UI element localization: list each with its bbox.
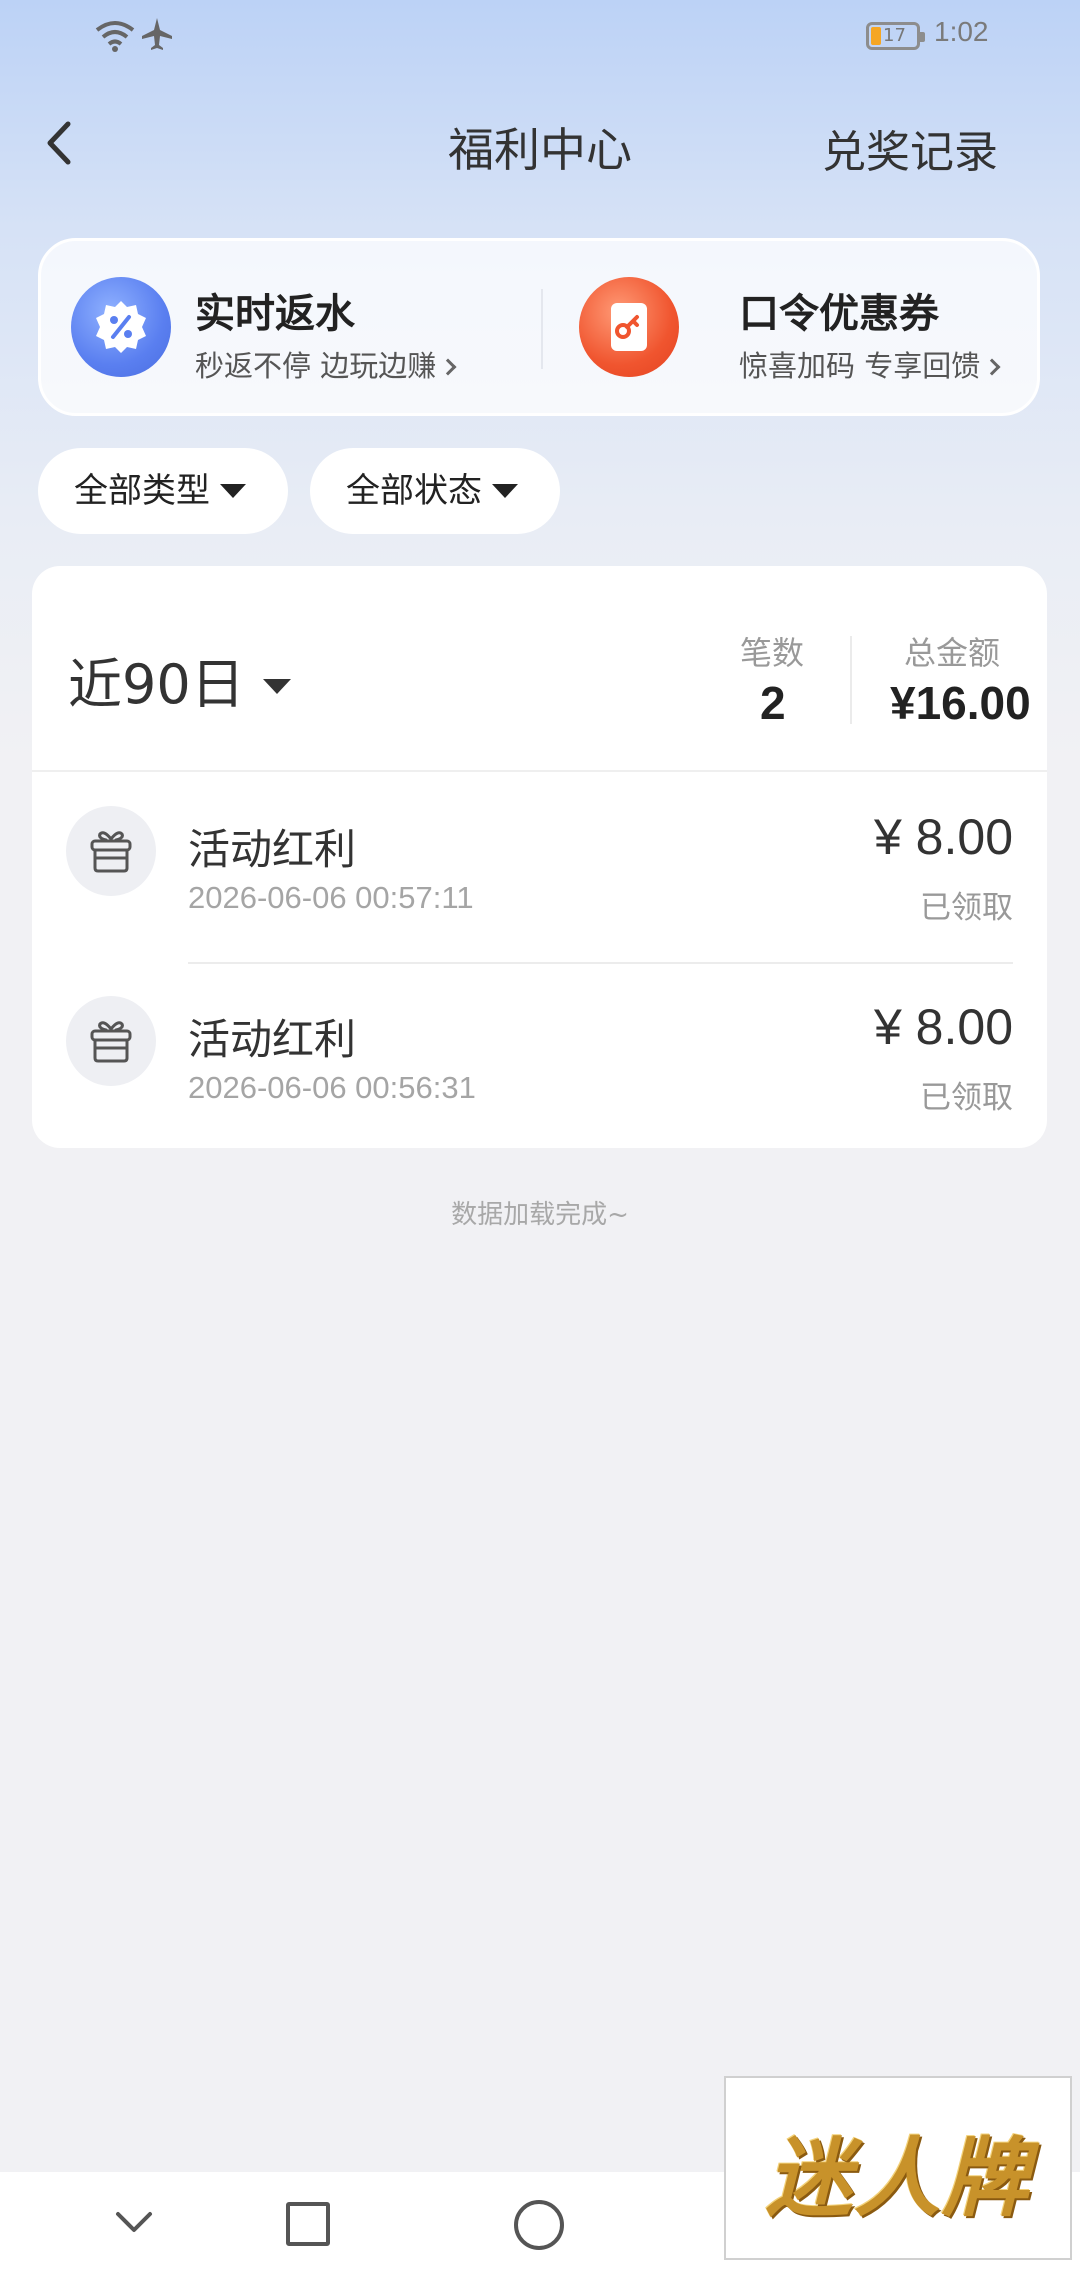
watermark-logo: 迷人牌 [724,2076,1072,2260]
caret-down-icon [262,678,291,694]
airplane-mode-icon [142,18,172,50]
status-time: 1:02 [934,16,989,47]
records-card: 近90日 笔数 2 总金额 ¥16.00 活动红利 2026-06-06 00:… [32,566,1047,1148]
promo-realtime-rebate[interactable]: 实时返水 秒返不停 边玩边赚 [41,241,521,413]
watermark-text: 迷人牌 [766,2128,1030,2229]
status-bar: 17 1:02 [0,0,1080,72]
promo-title: 实时返水 [195,291,355,337]
row-divider [188,962,1013,964]
count-value: 2 [760,677,786,729]
chevron-right-icon [439,358,457,376]
record-title: 活动红利 [188,825,357,874]
promo-title: 口令优惠券 [739,291,939,337]
type-filter-dropdown[interactable]: 全部类型 [38,448,288,534]
record-amount: ¥ 8.00 [873,809,1013,865]
record-row[interactable]: 活动红利 2026-06-06 00:56:31 ¥ 8.00 已领取 [32,962,1047,1152]
status-filter-dropdown[interactable]: 全部状态 [310,448,560,534]
gift-icon [66,806,156,896]
record-row[interactable]: 活动红利 2026-06-06 00:57:11 ¥ 8.00 已领取 [32,772,1047,962]
caret-down-icon [492,483,518,498]
gift-icon [66,996,156,1086]
caret-down-icon [220,483,246,498]
total-value: ¥16.00 [890,677,1031,729]
recent-apps-square-icon[interactable] [286,2202,330,2246]
record-status: 已领取 [920,890,1013,926]
chevron-right-icon [983,358,1001,376]
record-time: 2026-06-06 00:56:31 [188,1070,476,1105]
stat-divider [850,636,852,724]
load-complete-note: 数据加载完成~ [451,1200,629,1230]
battery-level: 17 [883,25,906,46]
nav-back-chevron-icon[interactable] [110,2198,158,2246]
record-time: 2026-06-06 00:57:11 [188,880,474,915]
key-coupon-icon [579,277,679,377]
promo-subtitle: 惊喜加码 专享回馈 [739,343,1001,385]
promo-code-coupon[interactable]: 口令优惠券 惊喜加码 专享回馈 [543,241,1023,413]
promo-subtitle: 秒返不停 边玩边赚 [195,343,457,385]
home-circle-icon[interactable] [514,2200,564,2250]
period-label: 近90日 [68,653,245,716]
count-label: 笔数 [740,634,805,672]
total-label: 总金额 [904,634,1001,672]
promo-card: 实时返水 秒返不停 边玩边赚 口令优惠券 惊喜加码 专享回馈 [38,238,1040,416]
record-title: 活动红利 [188,1015,357,1064]
record-status: 已领取 [920,1080,1013,1116]
record-amount: ¥ 8.00 [873,999,1013,1055]
wifi-icon [95,21,135,52]
battery-icon: 17 [866,22,925,50]
percent-badge-icon [71,277,171,377]
redeem-history-link[interactable]: 兑奖记录 [822,116,998,180]
type-filter-label: 全部类型 [74,471,210,511]
period-dropdown[interactable]: 近90日 [68,640,291,719]
status-filter-label: 全部状态 [346,471,482,511]
